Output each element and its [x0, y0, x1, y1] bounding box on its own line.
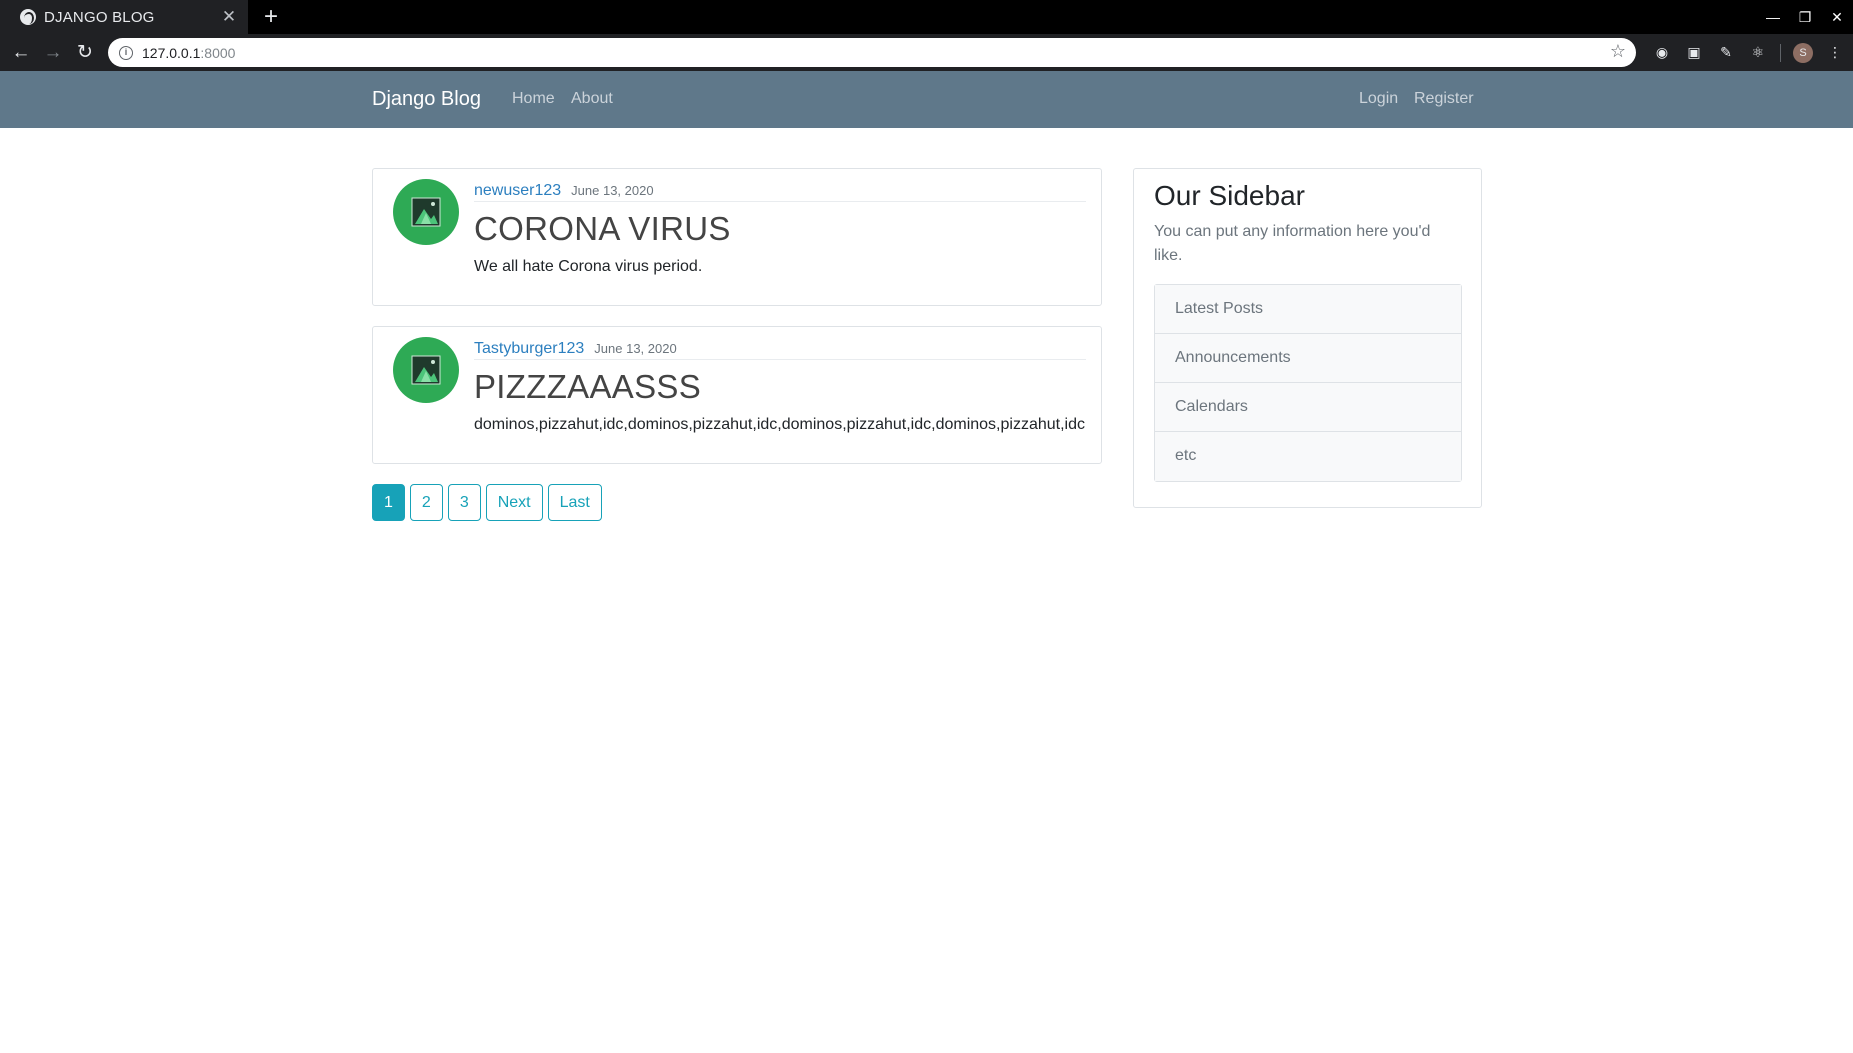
page-button-2[interactable]: 2 [409, 484, 443, 521]
post-date: June 13, 2020 [594, 341, 677, 356]
post-date: June 13, 2020 [571, 183, 654, 198]
post-meta: Tastyburger123 June 13, 2020 [474, 340, 1086, 360]
image-placeholder-icon [411, 355, 441, 385]
site-navbar: Django Blog Home About Login Register [0, 71, 1853, 128]
tab-close-icon[interactable]: ✕ [220, 7, 238, 27]
page-button-3[interactable]: 3 [447, 484, 481, 521]
image-placeholder-icon [411, 197, 441, 227]
minimize-icon[interactable]: — [1757, 0, 1789, 34]
page-button-1[interactable]: 1 [372, 484, 405, 521]
post-title-link[interactable]: PIZZZAAASSS [474, 368, 701, 406]
sidebar-description: You can put any information here you'd l… [1154, 223, 1431, 264]
nav-link-about[interactable]: About [571, 90, 613, 108]
new-tab-button[interactable]: + [258, 4, 284, 30]
sidebar-item-announcements[interactable]: Announcements [1155, 334, 1461, 383]
close-window-icon[interactable]: ✕ [1821, 0, 1853, 34]
react-extension-icon[interactable]: ⚛ [1742, 34, 1774, 71]
extension-icons: ◉ ▣ ✎ ⚛ S ⋮ [1646, 34, 1851, 71]
post-author-link[interactable]: Tastyburger123 [474, 340, 584, 357]
post-card: Tastyburger123 June 13, 2020 PIZZZAAASSS … [372, 326, 1102, 464]
window-controls: — ❐ ✕ [1757, 0, 1853, 34]
incognito-extension-icon[interactable]: ◉ [1646, 34, 1678, 71]
address-bar[interactable]: i 127.0.0.1:8000 ☆ [108, 38, 1636, 67]
sidebar-list: Latest Posts Announcements Calendars etc [1154, 284, 1462, 482]
brand-link[interactable]: Django Blog [372, 88, 481, 111]
browser-tab-active[interactable]: DJANGO BLOG ✕ [0, 0, 248, 34]
reload-icon[interactable]: ↻ [70, 34, 100, 71]
post-card: newuser123 June 13, 2020 CORONA VIRUS We … [372, 168, 1102, 306]
restore-icon[interactable]: ❐ [1789, 0, 1821, 34]
url-host: 127.0.0.1 [142, 44, 201, 61]
browser-toolbar: ← → ↻ i 127.0.0.1:8000 ☆ ◉ ▣ ✎ ⚛ S ⋮ [0, 34, 1853, 71]
post-title-link[interactable]: CORONA VIRUS [474, 210, 731, 248]
sidebar-item-calendars[interactable]: Calendars [1155, 383, 1461, 432]
pen-extension-icon[interactable]: ✎ [1710, 34, 1742, 71]
menu-dots-icon[interactable]: ⋮ [1819, 34, 1851, 71]
forward-arrow-icon[interactable]: → [38, 34, 68, 71]
pagination: 1 2 3 Next Last [372, 484, 607, 521]
bookmark-star-icon[interactable]: ☆ [1610, 41, 1626, 62]
post-content: We all hate Corona virus period. [474, 258, 703, 275]
last-page-button[interactable]: Last [547, 484, 602, 521]
author-avatar [393, 179, 459, 245]
next-page-button[interactable]: Next [485, 484, 543, 521]
profile-avatar[interactable]: S [1793, 42, 1813, 63]
globe-icon [20, 9, 36, 25]
info-icon[interactable]: i [119, 45, 133, 60]
nav-link-home[interactable]: Home [512, 90, 555, 108]
post-content: dominos,pizzahut,idc,dominos,pizzahut,id… [474, 416, 1085, 433]
sidebar: Our Sidebar You can put any information … [1133, 168, 1482, 508]
tab-title: DJANGO BLOG [44, 8, 155, 26]
post-meta: newuser123 June 13, 2020 [474, 182, 1086, 202]
sidebar-item-latest-posts[interactable]: Latest Posts [1155, 285, 1461, 334]
url-port: :8000 [200, 44, 236, 61]
sidebar-item-etc[interactable]: etc [1155, 432, 1461, 481]
post-author-link[interactable]: newuser123 [474, 182, 561, 199]
browser-tab-strip: DJANGO BLOG ✕ + — ❐ ✕ [0, 0, 1853, 34]
sidebar-title: Our Sidebar [1154, 180, 1305, 211]
author-avatar [393, 337, 459, 403]
nav-link-login[interactable]: Login [1359, 90, 1398, 108]
screenshot-extension-icon[interactable]: ▣ [1678, 34, 1710, 71]
back-arrow-icon[interactable]: ← [6, 34, 36, 71]
toolbar-divider [1780, 43, 1781, 62]
nav-link-register[interactable]: Register [1414, 90, 1474, 108]
